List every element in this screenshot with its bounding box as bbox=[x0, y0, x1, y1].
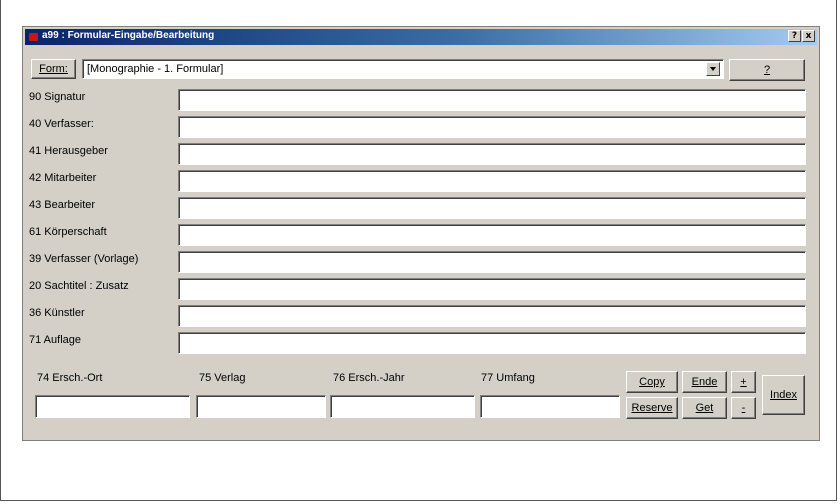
app-icon bbox=[29, 33, 38, 41]
form-select-value: [Monographie - 1. Formular] bbox=[87, 63, 224, 75]
field-label-signatur: 90 Signatur bbox=[29, 91, 86, 103]
plus-button[interactable]: + bbox=[731, 371, 756, 393]
help-titlebar-button[interactable]: ? bbox=[788, 30, 801, 42]
reserve-button-label: Reserve bbox=[631, 402, 673, 414]
verfasser-vorlage-input[interactable] bbox=[178, 251, 806, 273]
field-label-ersch-ort: 74 Ersch.-Ort bbox=[37, 372, 103, 384]
window-title: a99 : Formular-Eingabe/Bearbeitung bbox=[42, 30, 215, 41]
mitarbeiter-input[interactable] bbox=[178, 170, 806, 192]
index-button[interactable]: Index bbox=[762, 375, 805, 415]
auflage-input[interactable] bbox=[178, 332, 806, 354]
copy-button-label: Copy bbox=[639, 376, 665, 388]
reserve-button[interactable]: Reserve bbox=[626, 397, 678, 419]
field-label-auflage: 71 Auflage bbox=[29, 334, 81, 346]
signatur-input[interactable] bbox=[178, 89, 806, 111]
field-label-ersch-jahr: 76 Ersch.-Jahr bbox=[333, 372, 405, 384]
title-bar[interactable]: a99 : Formular-Eingabe/Bearbeitung ? x bbox=[25, 29, 817, 45]
ersch-jahr-input[interactable] bbox=[330, 395, 475, 418]
herausgeber-input[interactable] bbox=[178, 143, 806, 165]
verlag-input[interactable] bbox=[196, 395, 326, 418]
get-button[interactable]: Get bbox=[682, 397, 727, 419]
field-label-mitarbeiter: 42 Mitarbeiter bbox=[29, 172, 97, 184]
ersch-ort-input[interactable] bbox=[35, 395, 190, 418]
chevron-down-icon[interactable] bbox=[706, 62, 720, 76]
form-dialog: a99 : Formular-Eingabe/Bearbeitung ? x F… bbox=[22, 26, 820, 441]
copy-button[interactable]: Copy bbox=[626, 371, 678, 393]
close-button[interactable]: x bbox=[802, 30, 815, 42]
get-button-label: Get bbox=[695, 402, 714, 414]
sachtitel-input[interactable] bbox=[178, 278, 806, 300]
field-label-umfang: 77 Umfang bbox=[481, 372, 535, 384]
umfang-input[interactable] bbox=[480, 395, 620, 418]
field-label-koerperschaft: 61 Körperschaft bbox=[29, 226, 107, 238]
ende-button-label: Ende bbox=[691, 376, 718, 388]
form-button-label: Form: bbox=[39, 63, 68, 75]
form-help-label: ? bbox=[763, 64, 771, 76]
verfasser-input[interactable] bbox=[178, 116, 806, 138]
field-label-kuenstler: 36 Künstler bbox=[29, 307, 85, 319]
plus-button-label: + bbox=[740, 376, 747, 388]
field-label-herausgeber: 41 Herausgeber bbox=[29, 145, 108, 157]
minus-button[interactable]: - bbox=[731, 397, 756, 419]
field-label-bearbeiter: 43 Bearbeiter bbox=[29, 199, 96, 211]
field-label-verlag: 75 Verlag bbox=[199, 372, 246, 384]
bearbeiter-input[interactable] bbox=[178, 197, 806, 219]
form-help-button[interactable]: ? bbox=[729, 59, 805, 81]
field-label-verfasser-vorlage: 39 Verfasser (Vorlage) bbox=[29, 253, 139, 265]
koerperschaft-input[interactable] bbox=[178, 224, 806, 246]
field-label-sachtitel: 20 Sachtitel : Zusatz bbox=[29, 280, 129, 292]
minus-button-label: - bbox=[741, 402, 746, 414]
form-button[interactable]: Form: bbox=[31, 59, 76, 79]
index-button-label: Index bbox=[770, 389, 797, 401]
field-label-verfasser: 40 Verfasser: bbox=[29, 118, 94, 130]
form-select[interactable]: [Monographie - 1. Formular] bbox=[82, 59, 724, 79]
ende-button[interactable]: Ende bbox=[682, 371, 727, 393]
kuenstler-input[interactable] bbox=[178, 305, 806, 327]
